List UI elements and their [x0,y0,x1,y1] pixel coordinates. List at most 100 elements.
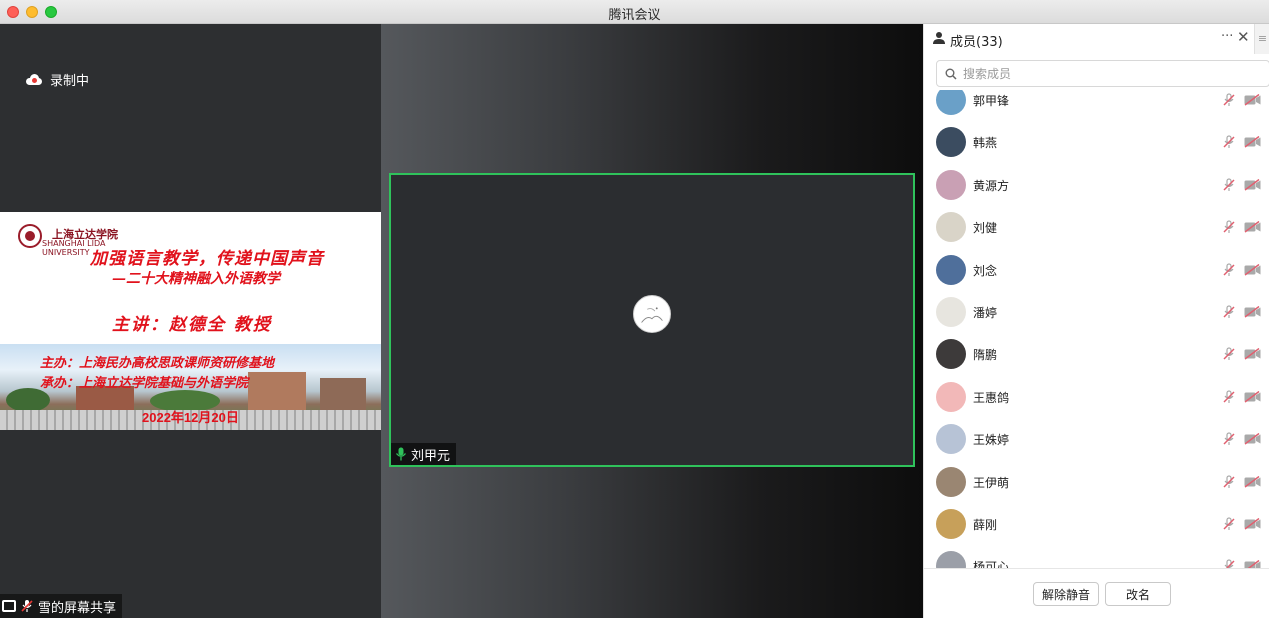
member-avatar [936,212,966,243]
person-icon [933,32,945,44]
panel-toggle-icon[interactable]: ≡ [1254,24,1269,54]
members-title: 成员(33) [950,35,1003,50]
camera-off-icon[interactable] [1244,390,1261,403]
mic-muted-icon[interactable] [1222,220,1236,234]
members-footer: 解除静音 改名 [924,568,1269,618]
slide-date: 2022年12月20日 [142,410,239,425]
cloud-recording-icon [26,74,42,85]
slide-subtitle: —二十大精神融入外语教学 [112,271,280,287]
member-avatar [936,381,966,412]
speaker-avatar [633,295,671,333]
screen-share-owner: 雪的屏幕共享 [38,600,117,616]
close-icon[interactable]: ✕ [1237,28,1250,46]
shared-slide: 上海立达学院 SHANGHAI LIDA UNIVERSITY 加强语言教学，传… [0,212,381,430]
member-row[interactable]: 隋鹏 [924,333,1269,375]
camera-off-icon[interactable] [1244,306,1261,318]
member-row[interactable]: 黄源方 [924,164,1269,206]
member-row[interactable]: 刘健 [924,206,1269,248]
member-avatar [936,509,966,539]
mic-muted-icon[interactable] [1222,474,1236,489]
mic-muted-icon[interactable] [1222,559,1236,568]
member-name: 郭甲锋 [973,94,1010,108]
window-title: 腾讯会议 [608,8,661,23]
camera-off-icon[interactable] [1244,94,1261,106]
member-avatar [936,551,966,568]
search-icon [945,68,957,80]
member-row[interactable]: 王姝婷 [924,418,1269,460]
mic-muted-icon[interactable] [1222,135,1236,149]
camera-off-icon[interactable] [1244,263,1261,276]
member-avatar [936,169,966,200]
mic-active-icon [395,447,407,461]
shared-screen-panel: 录制中 上海立达学院 SHANGHAI LIDA UNIVERSITY 加强语言… [0,24,381,618]
title-bar: 腾讯会议 [0,0,1269,24]
member-avatar [936,254,966,285]
mic-muted-icon[interactable] [1222,262,1236,277]
member-row[interactable]: 薛刚 [924,503,1269,545]
active-speaker-tile[interactable]: 刘甲元 [389,173,915,467]
member-name: 潘婷 [973,306,998,320]
member-list: 郭甲锋韩燕黄源方刘健刘念潘婷隋鹏王惠鸽王姝婷王伊萌薛刚杨可心 [924,90,1269,568]
camera-off-icon[interactable] [1244,221,1261,233]
member-avatar [936,339,966,370]
school-name-en-2: UNIVERSITY [42,248,90,257]
mic-muted-icon [21,600,33,612]
meeting-window: 腾讯会议 录制中 上海立达学院 SHANGHAI LIDA UNIVERSITY… [0,0,1269,618]
camera-off-icon[interactable] [1244,518,1261,530]
member-row[interactable]: 潘婷 [924,291,1269,333]
member-name: 王惠鸽 [973,390,1010,405]
member-avatar [936,90,966,115]
member-name: 王伊萌 [973,475,1010,490]
member-row[interactable]: 郭甲锋 [924,90,1269,121]
video-area: 刘甲元 [381,24,923,618]
member-search[interactable] [936,60,1269,87]
recording-label: 录制中 [50,74,90,89]
member-name: 王姝婷 [973,433,1010,448]
more-options-icon[interactable]: ··· [1221,29,1233,44]
recording-indicator: 录制中 [26,70,89,89]
members-header: 成员(33) ··· ✕ ≡ [924,24,1269,54]
member-name: 黄源方 [973,178,1010,193]
rename-button[interactable]: 改名 [1105,582,1171,606]
camera-off-icon[interactable] [1244,560,1261,568]
slide-organizer: 主办：上海民办高校思政课师资研修基地 [40,356,275,371]
camera-off-icon[interactable] [1244,348,1261,360]
member-row[interactable]: 韩燕 [924,121,1269,163]
camera-off-icon[interactable] [1244,178,1261,191]
member-row[interactable]: 王伊萌 [924,461,1269,503]
member-name: 刘念 [973,263,998,278]
school-logo-icon [18,224,42,248]
mic-muted-icon[interactable] [1222,432,1236,446]
member-row[interactable]: 刘念 [924,249,1269,291]
mic-muted-icon[interactable] [1222,517,1236,531]
member-name: 刘健 [973,221,998,236]
slide-title: 加强语言教学，传递中国声音 [90,249,324,269]
member-name: 杨可心 [973,560,1010,568]
member-name: 韩燕 [973,136,998,151]
camera-off-icon[interactable] [1244,433,1261,445]
member-name: 薛刚 [973,518,998,532]
screen-share-label: 雪的屏幕共享 [0,594,123,618]
speaker-name: 刘甲元 [411,448,451,464]
mic-muted-icon[interactable] [1222,305,1236,319]
screen-share-icon [2,600,16,612]
member-row[interactable]: 杨可心 [924,545,1269,568]
members-panel: 成员(33) ··· ✕ ≡ 郭甲锋韩燕黄源方刘健刘念潘婷隋鹏王惠鸽王姝婷王伊萌… [923,24,1269,618]
member-avatar [936,424,966,455]
member-avatar [936,297,966,327]
member-avatar [936,466,966,497]
member-avatar [936,127,966,158]
member-row[interactable]: 王惠鸽 [924,376,1269,418]
search-input[interactable] [963,66,1243,81]
mic-muted-icon[interactable] [1222,178,1236,192]
camera-off-icon[interactable] [1244,136,1261,148]
speaker-name-tag: 刘甲元 [391,443,457,465]
slide-co-organizer: 承办：上海立达学院基础与外语学院 [40,376,249,391]
mic-muted-icon[interactable] [1222,390,1236,404]
camera-off-icon[interactable] [1244,475,1261,488]
mic-muted-icon[interactable] [1222,347,1236,361]
mic-muted-icon[interactable] [1222,93,1236,107]
unmute-all-button[interactable]: 解除静音 [1033,582,1099,606]
member-name: 隋鹏 [973,348,998,363]
slide-speaker: 主讲：赵德全 教授 [112,315,272,335]
